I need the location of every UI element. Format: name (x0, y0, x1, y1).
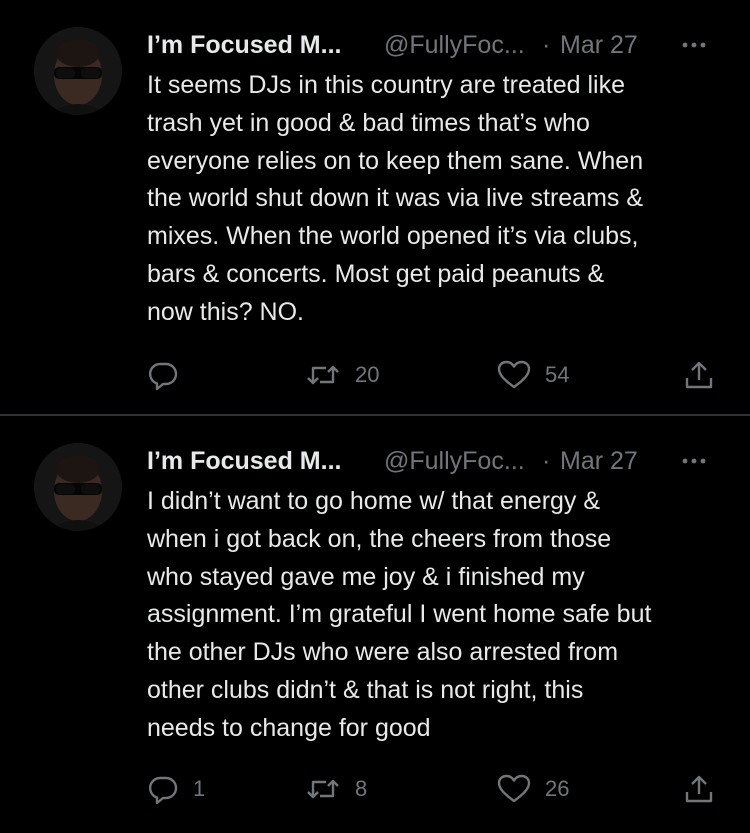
tweet[interactable]: I’m Focused M... @FullyFoc... · Mar 27 I… (0, 0, 750, 414)
share-button[interactable] (683, 771, 715, 807)
tweet-text: I didn’t want to go home w/ that energy … (147, 487, 652, 742)
retweet-button[interactable]: 20 (305, 357, 379, 393)
retweet-count: 8 (355, 776, 368, 801)
more-dots-icon[interactable] (676, 443, 712, 479)
reply-button[interactable] (147, 357, 193, 393)
heart-icon (497, 359, 531, 391)
retweet-arrows-icon (305, 773, 341, 805)
retweet-button[interactable]: 8 (305, 771, 367, 807)
retweet-arrows-icon (305, 359, 341, 391)
tweet-date[interactable]: Mar 27 (560, 443, 638, 479)
tweet-actions: 20 54 (147, 357, 727, 393)
tweet-actions: 1 8 26 (147, 771, 727, 807)
reply-bubble-icon (147, 359, 179, 391)
tweet-header: I’m Focused M... @FullyFoc... · Mar 27 (147, 27, 720, 63)
heart-icon (497, 773, 531, 805)
share-upload-icon (683, 773, 715, 805)
reply-button[interactable]: 1 (147, 771, 205, 807)
author-handle[interactable]: @FullyFoc... (384, 27, 525, 63)
author-name[interactable]: I’m Focused M... (147, 27, 341, 63)
separator-dot: · (542, 447, 551, 475)
share-upload-icon (683, 359, 715, 391)
like-button[interactable]: 26 (497, 771, 569, 807)
tweet-header: I’m Focused M... @FullyFoc... · Mar 27 (147, 443, 720, 479)
tweet-date[interactable]: Mar 27 (560, 27, 638, 63)
author-name[interactable]: I’m Focused M... (147, 443, 341, 479)
reply-bubble-icon (147, 773, 179, 805)
tweet[interactable]: I’m Focused M... @FullyFoc... · Mar 27 I… (0, 416, 750, 833)
reply-count: 1 (193, 776, 206, 801)
share-button[interactable] (683, 357, 715, 393)
retweet-count: 20 (355, 362, 380, 387)
like-button[interactable]: 54 (497, 357, 569, 393)
avatar[interactable] (34, 27, 122, 115)
like-count: 26 (545, 776, 570, 801)
author-handle[interactable]: @FullyFoc... (384, 443, 525, 479)
separator-dot: · (542, 31, 551, 59)
tweet-text: It seems DJs in this country are treated… (147, 71, 644, 326)
like-count: 54 (545, 362, 570, 387)
avatar[interactable] (34, 443, 122, 531)
more-dots-icon[interactable] (676, 27, 712, 63)
